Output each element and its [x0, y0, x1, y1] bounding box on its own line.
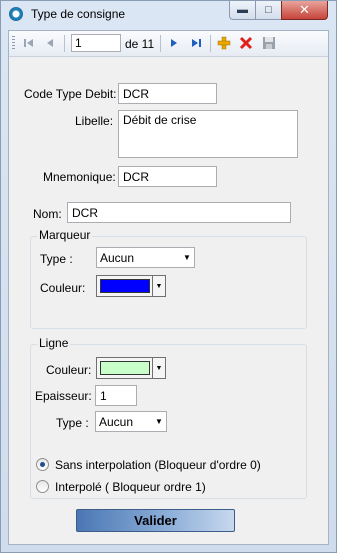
- add-icon[interactable]: [216, 35, 232, 51]
- sans-interpolation-radio[interactable]: [36, 458, 49, 471]
- record-count-label: de 11: [125, 37, 155, 51]
- nom-input[interactable]: [67, 202, 291, 223]
- ligne-type-select[interactable]: Aucun ▼: [95, 411, 167, 432]
- last-record-icon[interactable]: [188, 35, 204, 51]
- ligne-group-title: Ligne: [37, 336, 71, 350]
- navigator-toolbar: de 11: [9, 31, 328, 57]
- minimize-icon: ▬: [237, 4, 248, 16]
- toolbar-separator: [64, 35, 65, 52]
- ligne-couleur-label: Couleur:: [46, 363, 92, 377]
- close-button[interactable]: ✕: [281, 1, 328, 20]
- libelle-input[interactable]: Débit de crise: [118, 110, 298, 158]
- interpole-radio[interactable]: [36, 480, 49, 493]
- toolbar-separator: [160, 35, 161, 52]
- epaisseur-label: Epaisseur:: [35, 389, 92, 403]
- mnemonique-input[interactable]: [118, 166, 217, 187]
- app-icon: [9, 7, 23, 21]
- maximize-icon: □: [265, 4, 272, 16]
- toolbar-separator: [210, 35, 211, 52]
- marqueur-color-swatch: [100, 279, 150, 293]
- dialog-window: Type de consigne ▬ □ ✕ de 11: [0, 0, 337, 553]
- marqueur-couleur-label: Couleur:: [40, 281, 86, 295]
- ligne-type-value: Aucun: [99, 414, 134, 429]
- minimize-button[interactable]: ▬: [229, 1, 256, 20]
- close-icon: ✕: [299, 2, 310, 17]
- marqueur-color-picker[interactable]: ▼: [96, 275, 166, 297]
- chevron-down-icon: ▼: [152, 276, 165, 296]
- maximize-button[interactable]: □: [255, 1, 282, 20]
- marqueur-type-select[interactable]: Aucun ▼: [96, 247, 195, 268]
- mnemonique-label: Mnemonique:: [43, 170, 116, 184]
- next-record-icon[interactable]: [166, 35, 182, 51]
- save-icon[interactable]: [261, 35, 277, 51]
- form-client-area: de 11 Code Type Debit: Libelle: Débit de…: [8, 30, 329, 545]
- libelle-label: Libelle:: [75, 114, 114, 128]
- code-type-debit-input[interactable]: [118, 83, 217, 104]
- valider-button[interactable]: Valider: [76, 509, 235, 532]
- chevron-down-icon: ▼: [155, 417, 163, 426]
- toolbar-grip[interactable]: [12, 36, 15, 51]
- marqueur-type-value: Aucun: [100, 250, 135, 265]
- delete-icon[interactable]: [238, 35, 254, 51]
- window-title: Type de consigne: [31, 7, 126, 21]
- record-position-input[interactable]: [71, 34, 121, 52]
- chevron-down-icon: ▼: [152, 358, 165, 378]
- marqueur-group-title: Marqueur: [37, 228, 93, 242]
- previous-record-icon[interactable]: [42, 35, 58, 51]
- sans-interpolation-label[interactable]: Sans interpolation (Bloqueur d'ordre 0): [55, 458, 261, 472]
- ligne-color-swatch: [100, 361, 150, 375]
- ligne-type-label: Type :: [56, 416, 89, 430]
- interpole-label[interactable]: Interpolé ( Bloqueur ordre 1): [55, 480, 206, 494]
- chevron-down-icon: ▼: [183, 253, 191, 262]
- epaisseur-input[interactable]: [95, 385, 137, 406]
- first-record-icon[interactable]: [21, 35, 37, 51]
- ligne-color-picker[interactable]: ▼: [96, 357, 166, 379]
- title-bar: Type de consigne ▬ □ ✕: [1, 1, 336, 27]
- nom-label: Nom:: [33, 207, 62, 221]
- marqueur-type-label: Type :: [40, 252, 73, 266]
- code-type-debit-label: Code Type Debit:: [24, 87, 117, 101]
